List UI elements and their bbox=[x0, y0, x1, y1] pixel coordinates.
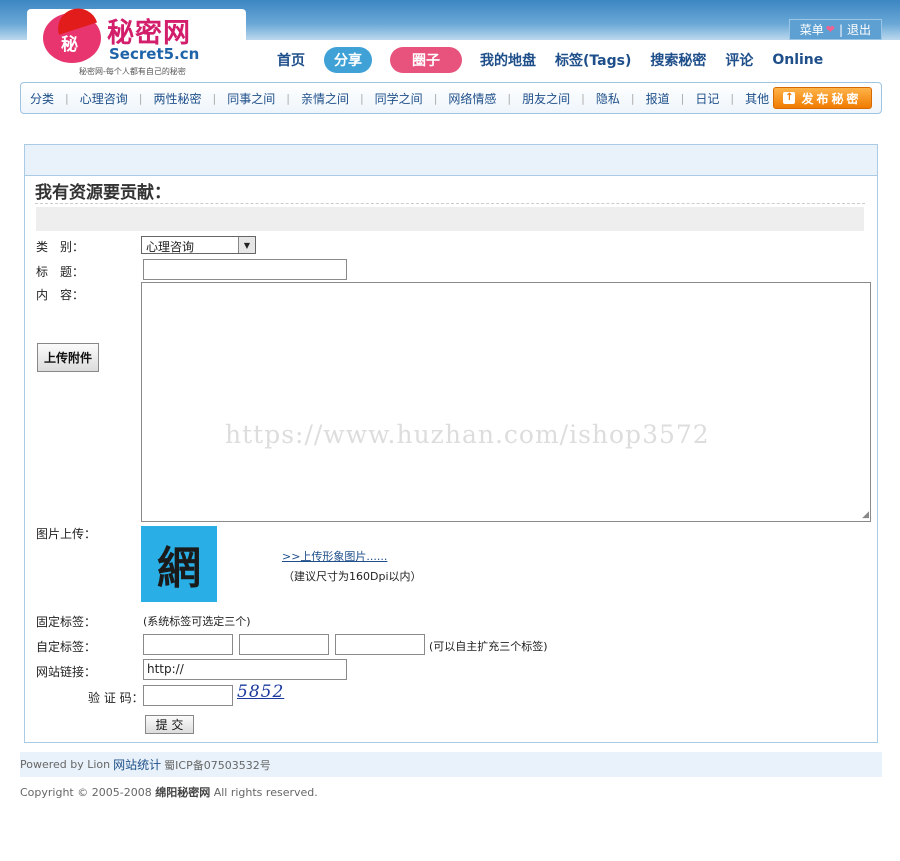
menu-link[interactable]: 菜单 bbox=[800, 21, 824, 38]
custom-tag-input-1[interactable] bbox=[143, 634, 233, 655]
divider: | bbox=[838, 22, 843, 37]
category-divider: | bbox=[630, 91, 635, 105]
category-divider: | bbox=[581, 91, 585, 105]
upload-attachment-button[interactable]: 上传附件 bbox=[37, 343, 99, 372]
category-divider: | bbox=[138, 91, 143, 105]
logo-badge: 秘 bbox=[43, 3, 101, 63]
heart-icon: ❤ bbox=[825, 23, 835, 36]
category-link[interactable]: 其他 bbox=[745, 90, 769, 107]
website-input[interactable]: http:// bbox=[143, 659, 347, 680]
custom-tags-label: 自定标签： bbox=[36, 640, 97, 654]
main-nav: 首页 分享 圈子 我的地盘 标签(Tags) 搜索秘密 评论 Online bbox=[277, 47, 842, 73]
logo-slogan: 秘密网-每个人都有自己的秘密 bbox=[79, 67, 186, 76]
custom-tags-hint: (可以自主扩充三个标签) bbox=[429, 640, 548, 653]
submit-button[interactable]: 提 交 bbox=[145, 715, 194, 734]
footer-bar: Powered by Lion 网站统计 蜀ICP备07503532号 bbox=[20, 752, 882, 777]
category-heading: 分类 bbox=[30, 91, 55, 106]
nav-search[interactable]: 搜索秘密 bbox=[650, 50, 706, 70]
category-divider: | bbox=[433, 91, 438, 105]
form-title: 我有资源要贡献： bbox=[35, 183, 171, 203]
custom-tag-input-3[interactable] bbox=[335, 634, 425, 655]
stats-link[interactable]: 网站统计 bbox=[113, 756, 161, 773]
powered-by: Powered by Lion bbox=[20, 758, 111, 771]
category-divider: | bbox=[680, 91, 685, 105]
image-upload-label: 图片上传： bbox=[36, 527, 97, 541]
publish-button[interactable]: ↑ 发布秘密 bbox=[773, 87, 872, 109]
category-list: 分类 | 心理咨询 | 两性秘密 | 同事之间 | 亲情之间 | 同学之间 | 网络情感 | 朋友之间 | 隐私… bbox=[30, 90, 769, 107]
up-arrow-icon: ↑ bbox=[783, 92, 796, 104]
nav-home[interactable]: 首页 bbox=[277, 50, 305, 70]
icp-number[interactable]: 蜀ICP备07503532号 bbox=[164, 757, 271, 773]
category-bar: 分类 | 心理咨询 | 两性秘密 | 同事之间 | 亲情之间 | 同学之间 | 网络情感 | 朋友之间 | 隐私… bbox=[20, 82, 882, 114]
chevron-down-icon: ▼ bbox=[238, 237, 255, 253]
site-name: 绵阳秘密网 bbox=[155, 786, 211, 799]
category-link[interactable]: 报道 bbox=[646, 90, 670, 107]
logo-domain: Secret5.cn bbox=[109, 45, 200, 63]
category-link[interactable]: 亲情之间 bbox=[301, 90, 349, 107]
submit-form-panel: 我有资源要贡献： 类 别： 心理咨询 ▼ 标 题： 内 容： ◢ https:/… bbox=[24, 144, 878, 743]
category-link[interactable]: 网络情感 bbox=[448, 90, 496, 107]
captcha-label: 验 证 码： bbox=[88, 691, 144, 705]
content-label: 内 容： bbox=[36, 288, 85, 302]
category-divider: | bbox=[65, 91, 69, 105]
avatar-char: 網 bbox=[157, 543, 201, 594]
category-link[interactable]: 日记 bbox=[695, 90, 719, 107]
fixed-tags-label: 固定标签： bbox=[36, 615, 97, 629]
category-link[interactable]: 朋友之间 bbox=[522, 90, 570, 107]
category-select[interactable]: 心理咨询 ▼ bbox=[141, 236, 256, 254]
nav-tags[interactable]: 标签(Tags) bbox=[555, 50, 631, 70]
category-link[interactable]: 两性秘密 bbox=[153, 90, 201, 107]
category-link[interactable]: 同事之间 bbox=[227, 90, 275, 107]
category-select-value: 心理咨询 bbox=[146, 240, 195, 254]
avatar-preview: 網 bbox=[141, 526, 217, 602]
fixed-tags-hint: (系统标签可选定三个) bbox=[143, 615, 251, 628]
copyright: Copyright © 2005-2008 绵阳秘密网 All rights r… bbox=[20, 784, 318, 800]
nav-online[interactable]: Online bbox=[772, 52, 823, 68]
publish-label: 发布秘密 bbox=[801, 91, 862, 106]
category-divider: | bbox=[507, 91, 512, 105]
website-label: 网站链接： bbox=[36, 665, 97, 679]
divider bbox=[35, 203, 865, 204]
category-divider: | bbox=[212, 91, 217, 105]
logout-link[interactable]: 退出 bbox=[847, 21, 871, 38]
upload-image-hint: （建议尺寸为160Dpi以内） bbox=[283, 570, 422, 583]
nav-share[interactable]: 分享 bbox=[324, 47, 372, 73]
copyright-suffix: All rights reserved. bbox=[213, 786, 318, 799]
panel-header bbox=[25, 145, 877, 176]
user-links: 菜单 ❤ | 退出 bbox=[788, 19, 882, 40]
info-strip bbox=[36, 207, 864, 231]
title-label: 标 题： bbox=[36, 265, 85, 279]
nav-comments[interactable]: 评论 bbox=[725, 50, 753, 70]
captcha-input[interactable] bbox=[143, 685, 233, 706]
category-label: 类 别： bbox=[36, 240, 85, 254]
site-logo[interactable]: 秘 秘密网 Secret5.cn 秘密网-每个人都有自己的秘密 bbox=[27, 3, 246, 76]
watermark-text: https://www.huzhan.com/ishop3572 bbox=[225, 420, 710, 449]
resize-handle-icon[interactable]: ◢ bbox=[862, 510, 869, 520]
category-divider: | bbox=[359, 91, 364, 105]
captcha-image[interactable]: 5852 bbox=[237, 682, 284, 702]
upload-image-link[interactable]: >>上传形象图片...... bbox=[282, 548, 387, 564]
category-link[interactable]: 同学之间 bbox=[375, 90, 423, 107]
category-divider: | bbox=[730, 91, 735, 105]
nav-my-site[interactable]: 我的地盘 bbox=[480, 50, 536, 70]
title-input[interactable] bbox=[143, 259, 347, 280]
category-divider: | bbox=[286, 91, 290, 105]
copyright-prefix: Copyright © 2005-2008 bbox=[20, 786, 152, 799]
category-link[interactable]: 心理咨询 bbox=[80, 90, 128, 107]
category-link[interactable]: 隐私 bbox=[596, 90, 620, 107]
nav-circle[interactable]: 圈子 bbox=[390, 47, 462, 73]
custom-tag-input-2[interactable] bbox=[239, 634, 329, 655]
content-textarea[interactable]: ◢ bbox=[141, 282, 871, 522]
